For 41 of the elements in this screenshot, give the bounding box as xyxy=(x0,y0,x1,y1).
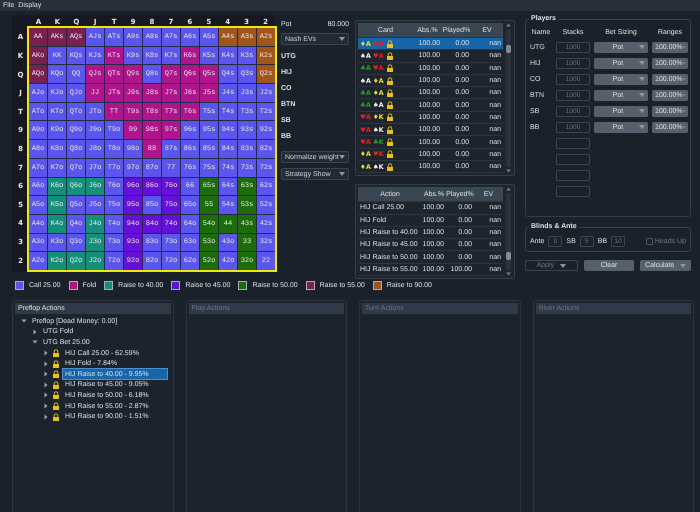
stack-field[interactable] xyxy=(556,170,590,180)
expand-arrow-icon[interactable] xyxy=(43,350,49,356)
expand-arrow-icon[interactable] xyxy=(32,328,38,335)
scrollbar-thumb[interactable] xyxy=(506,44,511,53)
padlock-icon xyxy=(386,162,394,171)
caret-icon xyxy=(339,37,345,41)
padlock-icon xyxy=(386,126,394,134)
caret-icon xyxy=(639,125,645,129)
padlock-icon xyxy=(386,64,394,72)
caret-icon xyxy=(639,109,645,113)
caret-icon xyxy=(639,93,645,97)
stack-field[interactable] xyxy=(556,186,590,196)
padlock-icon xyxy=(386,52,394,60)
checkbox[interactable] xyxy=(646,238,653,244)
caret-icon xyxy=(639,77,645,81)
expand-arrow-icon[interactable] xyxy=(43,371,49,378)
caret-icon xyxy=(639,45,645,49)
padlock-icon xyxy=(386,76,394,85)
padlock-icon xyxy=(386,88,394,97)
stack-field[interactable] xyxy=(556,154,590,164)
collapse-arrow-icon[interactable] xyxy=(32,339,38,346)
scrollbar-thumb[interactable] xyxy=(506,252,511,260)
stack-field[interactable] xyxy=(556,138,590,148)
scroll-up-icon[interactable] xyxy=(506,23,511,27)
padlock-icon xyxy=(386,150,394,158)
expand-arrow-icon[interactable] xyxy=(43,414,49,420)
caret-icon xyxy=(639,61,645,65)
padlock-icon xyxy=(386,113,394,122)
expand-arrow-icon[interactable] xyxy=(43,382,49,388)
scrollbar-track[interactable] xyxy=(506,29,511,168)
expand-arrow-icon[interactable] xyxy=(43,403,49,410)
caret-icon xyxy=(680,264,686,268)
collapse-arrow-icon[interactable] xyxy=(21,318,27,324)
caret-icon xyxy=(339,172,345,176)
expand-arrow-icon[interactable] xyxy=(43,392,49,398)
expand-arrow-icon[interactable] xyxy=(43,360,49,367)
padlock-icon xyxy=(386,101,394,110)
padlock-icon xyxy=(386,40,394,48)
caret-icon xyxy=(560,264,566,268)
caret-icon xyxy=(339,155,345,159)
padlock-icon xyxy=(386,138,394,146)
